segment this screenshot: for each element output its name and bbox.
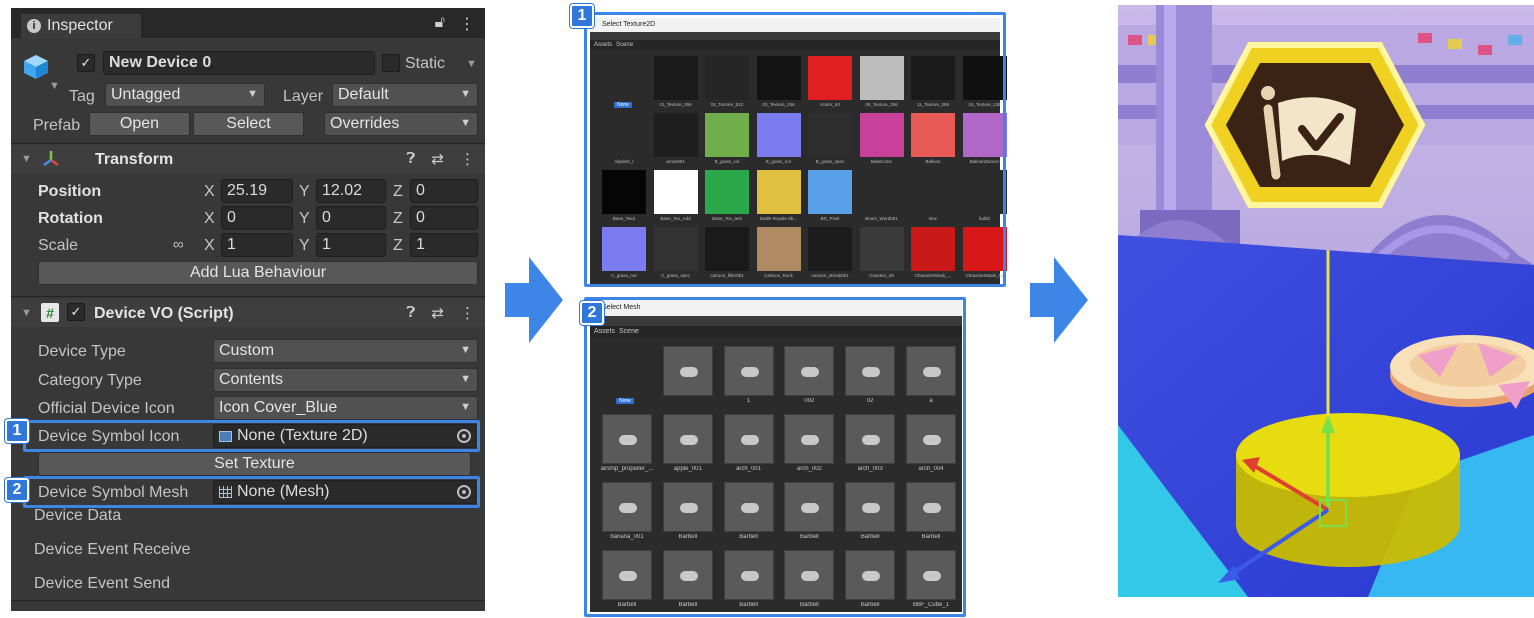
- tab-label: Inspector: [47, 17, 113, 34]
- rotation-z-input[interactable]: 0: [410, 206, 478, 230]
- divider: [11, 600, 485, 601]
- arrow-right-icon: [1030, 257, 1088, 343]
- chevron-down-icon: ▼: [460, 344, 471, 356]
- device-type-value: Custom: [219, 342, 275, 359]
- device-type-dropdown[interactable]: Custom ▼: [213, 339, 478, 363]
- chevron-down-icon[interactable]: ▼: [49, 80, 60, 92]
- more-menu-icon[interactable]: ⋮: [460, 304, 475, 322]
- official-device-icon-label: Official Device Icon: [38, 400, 175, 417]
- help-icon[interactable]: ❓︎: [406, 150, 415, 168]
- step-badge-1: 1: [570, 4, 594, 28]
- category-type-label: Category Type: [38, 372, 142, 389]
- chevron-down-icon: ▼: [460, 373, 471, 385]
- category-type-dropdown[interactable]: Contents ▼: [213, 368, 478, 392]
- axis-y-label: Y: [299, 237, 310, 254]
- scale-y-input[interactable]: 1: [316, 233, 386, 257]
- scene-view[interactable]: [1118, 5, 1534, 597]
- info-icon: i: [27, 19, 41, 33]
- highlight-symbol-icon: [23, 420, 480, 452]
- arrow-right-icon: [505, 257, 563, 343]
- scale-label: Scale: [38, 237, 79, 254]
- inspector-tabbar: i Inspector 🔓︎ ⋮: [11, 8, 485, 38]
- prefab-overrides-dropdown[interactable]: Overrides ▼: [324, 112, 478, 136]
- step-badge-1: 1: [5, 419, 29, 443]
- divider: [11, 296, 485, 297]
- collapse-triangle-icon[interactable]: ▼: [21, 307, 32, 319]
- device-data-label[interactable]: Device Data: [34, 507, 121, 525]
- tag-label: Tag: [69, 88, 95, 105]
- active-checkbox[interactable]: ✓: [77, 54, 95, 72]
- help-icon[interactable]: ❓︎: [406, 304, 415, 322]
- position-y-input[interactable]: 12.02: [316, 179, 386, 203]
- prefab-open-button[interactable]: Open: [89, 112, 190, 136]
- official-device-icon-dropdown[interactable]: Icon Cover_Blue ▼: [213, 396, 478, 420]
- cube-icon: [24, 55, 48, 79]
- device-vo-header[interactable]: ▼ # ✓ Device VO (Script) ❓︎ ⇄ ⋮: [11, 299, 485, 327]
- add-lua-behaviour-button[interactable]: Add Lua Behaviour: [38, 261, 478, 285]
- inspector-panel: i Inspector 🔓︎ ⋮ ▼ ✓ New Device 0 Static…: [11, 8, 485, 611]
- script-icon: #: [41, 303, 59, 322]
- rotation-y-input[interactable]: 0: [316, 206, 386, 230]
- official-icon-value: Icon Cover_Blue: [219, 399, 338, 416]
- category-type-value: Contents: [219, 371, 284, 388]
- device-vo-title: Device VO (Script): [94, 305, 234, 322]
- prefab-select-button[interactable]: Select: [193, 112, 304, 136]
- position-label: Position: [38, 183, 102, 200]
- constrain-link-icon[interactable]: ∞: [173, 236, 184, 253]
- tab-inspector[interactable]: i Inspector: [21, 14, 141, 38]
- axis-z-label: Z: [393, 183, 403, 200]
- position-x-input[interactable]: 25.19: [221, 179, 293, 203]
- static-label: Static: [405, 55, 446, 72]
- position-z-input[interactable]: 0: [410, 179, 478, 203]
- scale-x-input[interactable]: 1: [221, 233, 293, 257]
- static-checkbox[interactable]: [382, 54, 400, 72]
- highlight-texture-window: [584, 12, 1006, 287]
- tag-dropdown[interactable]: Untagged ▼: [105, 83, 265, 107]
- preset-icon[interactable]: ⇄: [431, 150, 444, 168]
- step-badge-2: 2: [580, 301, 604, 325]
- overrides-label: Overrides: [330, 115, 400, 132]
- axis-y-label: Y: [299, 183, 310, 200]
- more-menu-icon[interactable]: ⋮: [459, 14, 475, 34]
- step-badge-2: 2: [5, 478, 29, 502]
- collapse-triangle-icon[interactable]: ▼: [21, 153, 32, 165]
- chevron-down-icon: ▼: [460, 401, 471, 413]
- layer-value: Default: [338, 86, 389, 103]
- transform-title: Transform: [95, 151, 174, 168]
- chevron-down-icon: ▼: [460, 88, 471, 100]
- static-dropdown-icon[interactable]: ▼: [466, 58, 477, 70]
- axis-x-label: X: [204, 237, 215, 254]
- highlight-symbol-mesh: [23, 476, 480, 508]
- tag-value: Untagged: [111, 86, 181, 103]
- object-name-input[interactable]: New Device 0: [103, 51, 375, 75]
- axis-z-label: Z: [393, 210, 403, 227]
- more-menu-icon[interactable]: ⋮: [460, 150, 475, 168]
- highlight-mesh-window: [584, 297, 966, 617]
- component-enabled-checkbox[interactable]: ✓: [67, 303, 85, 321]
- rotation-x-input[interactable]: 0: [221, 206, 293, 230]
- divider: [11, 143, 485, 144]
- chevron-down-icon: ▼: [247, 88, 258, 100]
- device-event-send-label[interactable]: Device Event Send: [34, 575, 170, 593]
- scale-z-input[interactable]: 1: [410, 233, 478, 257]
- axis-y-label: Y: [299, 210, 310, 227]
- axis-x-label: X: [204, 183, 215, 200]
- rotation-label: Rotation: [38, 210, 103, 227]
- device-event-receive-label[interactable]: Device Event Receive: [34, 541, 191, 559]
- transform-icon: [43, 151, 59, 167]
- chevron-down-icon: ▼: [460, 117, 471, 129]
- transform-header[interactable]: ▼ Transform ❓︎ ⇄ ⋮: [11, 145, 485, 173]
- axis-z-label: Z: [393, 237, 403, 254]
- prefab-label: Prefab: [33, 117, 81, 134]
- axis-x-label: X: [204, 210, 215, 227]
- layer-label: Layer: [283, 88, 324, 105]
- set-texture-button[interactable]: Set Texture: [38, 452, 471, 476]
- preset-icon[interactable]: ⇄: [431, 304, 444, 322]
- layer-dropdown[interactable]: Default ▼: [332, 83, 478, 107]
- device-type-label: Device Type: [38, 343, 126, 360]
- lock-icon[interactable]: 🔓︎: [435, 14, 445, 34]
